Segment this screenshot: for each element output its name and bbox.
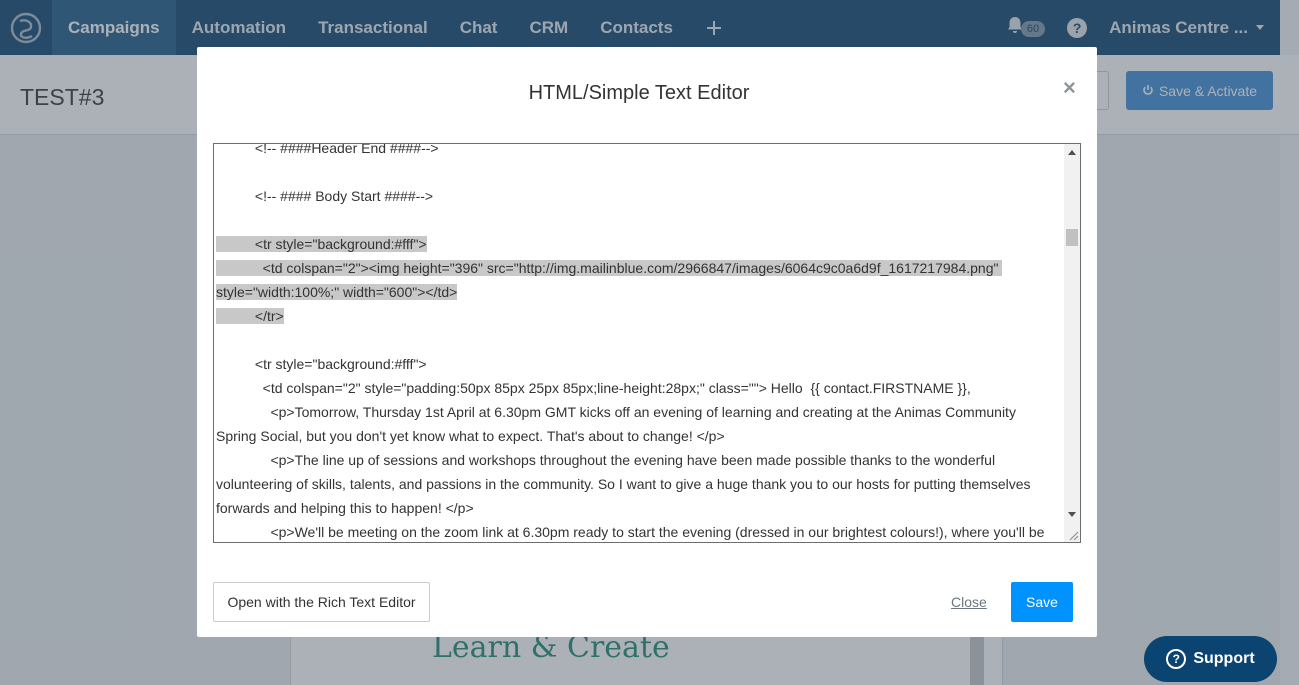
editor-line[interactable]: [216, 328, 1061, 352]
scroll-down-icon[interactable]: [1068, 512, 1076, 517]
code-text: <p>Tomorrow, Thursday 1st April at 6.30p…: [216, 404, 1016, 420]
open-rich-text-editor-button[interactable]: Open with the Rich Text Editor: [213, 582, 430, 622]
editor-line[interactable]: <p>We'll be meeting on the zoom link at …: [216, 520, 1061, 542]
editor-line[interactable]: </tr>: [216, 304, 1061, 328]
editor-line[interactable]: Spring Social, but you don't yet know wh…: [216, 424, 1061, 448]
code-text: forwards and helping this to happen! </p…: [216, 500, 474, 516]
editor-line[interactable]: <td colspan="2"><img height="396" src="h…: [216, 256, 1061, 280]
code-text: <!-- #### Body Start ####-->: [216, 188, 434, 204]
selected-code-text: </tr>: [216, 308, 284, 324]
selected-code-text: <td colspan="2"><img height="396" src="h…: [216, 260, 1003, 276]
editor-line[interactable]: <!-- #### Body Start ####-->: [216, 184, 1061, 208]
resize-handle-icon[interactable]: [1067, 529, 1079, 541]
code-text: <!-- ####Header End ####-->: [216, 143, 439, 156]
selected-code-text: <tr style="background:#fff">: [216, 236, 427, 252]
modal-title: HTML/Simple Text Editor: [528, 82, 750, 104]
editor-line[interactable]: <tr style="background:#fff">: [216, 232, 1061, 256]
selected-code-text: style="width:100%;" width="600"></td>: [216, 284, 458, 300]
support-label: Support: [1193, 650, 1255, 667]
editor-scrollbar[interactable]: [1064, 144, 1080, 542]
editor-line[interactable]: <tr style="background:#fff">: [216, 352, 1061, 376]
html-code-editor[interactable]: <!-- ####Header End ####--> <!-- #### Bo…: [213, 143, 1081, 543]
html-editor-modal: HTML/Simple Text Editor × <!-- ####Heade…: [197, 47, 1097, 637]
code-text: Spring Social, but you don't yet know wh…: [216, 428, 725, 444]
scroll-up-icon[interactable]: [1068, 150, 1076, 155]
editor-line[interactable]: volunteering of skills, talents, and pas…: [216, 472, 1061, 496]
code-text: <tr style="background:#fff">: [216, 356, 427, 372]
editor-line[interactable]: [216, 160, 1061, 184]
editor-content[interactable]: <!-- ####Header End ####--> <!-- #### Bo…: [216, 143, 1061, 542]
editor-line[interactable]: <td colspan="2" style="padding:50px 85px…: [216, 376, 1061, 400]
editor-line[interactable]: forwards and helping this to happen! </p…: [216, 496, 1061, 520]
editor-line[interactable]: <!-- ####Header End ####-->: [216, 143, 1061, 160]
scrollbar-thumb[interactable]: [1066, 229, 1078, 246]
editor-line[interactable]: [216, 208, 1061, 232]
save-button[interactable]: Save: [1011, 582, 1073, 622]
editor-line[interactable]: <p>The line up of sessions and workshops…: [216, 448, 1061, 472]
close-icon[interactable]: ×: [1063, 75, 1076, 101]
code-text: <p>We'll be meeting on the zoom link at …: [216, 524, 1045, 540]
code-text: volunteering of skills, talents, and pas…: [216, 476, 1031, 492]
editor-line[interactable]: <p>Tomorrow, Thursday 1st April at 6.30p…: [216, 400, 1061, 424]
support-icon: ?: [1166, 649, 1187, 669]
code-text: <td colspan="2" style="padding:50px 85px…: [216, 380, 971, 396]
editor-line[interactable]: style="width:100%;" width="600"></td>: [216, 280, 1061, 304]
code-text: <p>The line up of sessions and workshops…: [216, 452, 996, 468]
close-link[interactable]: Close: [951, 594, 987, 610]
support-button[interactable]: ? Support: [1144, 636, 1277, 682]
